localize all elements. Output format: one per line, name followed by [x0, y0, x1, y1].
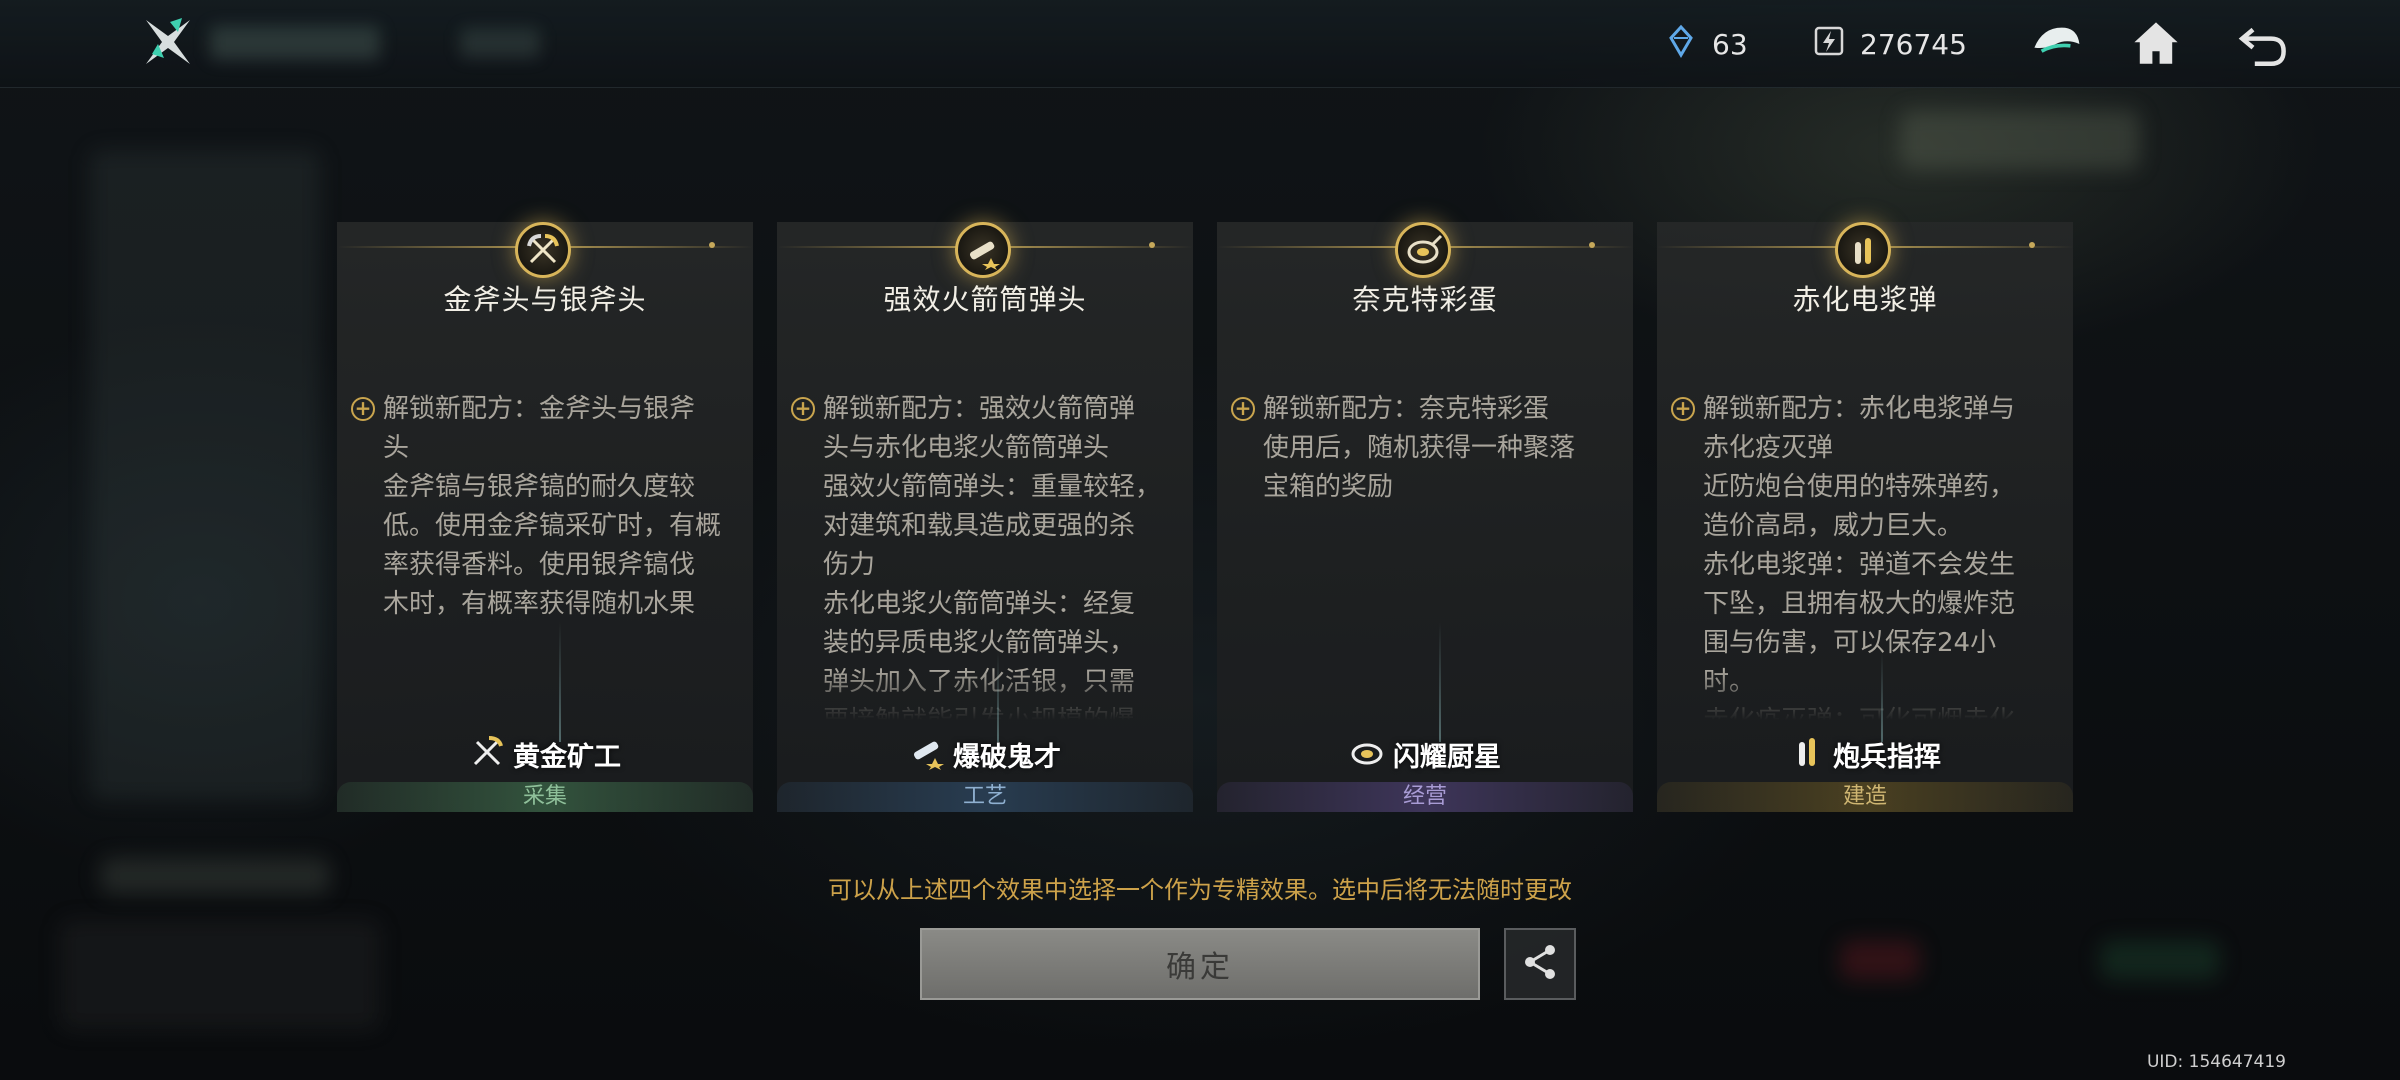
plus-icon: +	[791, 397, 815, 421]
egg-pan-icon	[1349, 732, 1387, 777]
crystal-counter: 63	[1664, 22, 1748, 66]
selection-hint: 可以从上述四个效果中选择一个作为专精效果。选中后将无法随时更改	[828, 876, 1572, 904]
energy-icon	[1812, 24, 1846, 65]
home-icon[interactable]	[2126, 14, 2186, 74]
light-beam	[559, 622, 561, 742]
trait-name: 爆破鬼才	[953, 741, 1061, 773]
trait-label: 爆破鬼才	[777, 736, 1193, 773]
card-title: 强效火箭筒弹头	[883, 283, 1087, 316]
blurred-subtitle	[460, 28, 540, 58]
light-beam	[997, 652, 999, 742]
blurred-background-panel	[90, 150, 320, 800]
card-dot	[709, 242, 715, 248]
user-id: UID: 154647419	[2146, 1052, 2286, 1072]
card-title: 金斧头与银斧头	[443, 283, 647, 316]
confirm-button[interactable]: 确定	[920, 928, 1480, 1000]
share-icon	[1518, 940, 1562, 988]
card-dot	[1149, 242, 1155, 248]
trait-label: 黄金矿工	[337, 735, 753, 773]
trait-name: 闪耀厨星	[1393, 741, 1501, 773]
category-label: 工艺	[777, 782, 1193, 812]
rocket-icon	[955, 222, 1011, 278]
crystal-icon	[1664, 24, 1698, 65]
card-description: + 解锁新配方：赤化电浆弹与 赤化疫灭弹 近防炮台使用的特殊弹药， 造价高昂，威…	[1671, 390, 2063, 720]
pickaxe-icon	[515, 222, 571, 278]
card-dot	[2029, 242, 2035, 248]
back-icon[interactable]	[2232, 14, 2292, 74]
crystal-value: 63	[1712, 27, 1748, 61]
card-description-text: 解锁新配方：赤化电浆弹与 赤化疫灭弹 近防炮台使用的特殊弹药， 造价高昂，威力巨…	[1703, 394, 2016, 720]
plus-icon: +	[1231, 397, 1255, 421]
egg-pan-icon	[1395, 222, 1451, 278]
card-dot	[1589, 242, 1595, 248]
plus-icon: +	[1671, 397, 1695, 421]
blurred-background-accent-2	[2100, 940, 2220, 980]
card-description: + 解锁新配方：奈克特彩蛋 使用后，随机获得一种聚落 宝箱的奖励	[1231, 390, 1623, 720]
helmet-icon[interactable]	[2026, 14, 2086, 74]
plus-icon: +	[351, 397, 375, 421]
trait-label: 炮兵指挥	[1657, 736, 2073, 773]
card-description: + 解锁新配方：金斧头与银斧 头 金斧镐与银斧镐的耐久度较 低。使用金斧镐采矿时…	[351, 390, 743, 720]
blurred-background-header	[1900, 110, 2140, 170]
rocket-icon	[909, 732, 947, 777]
card-description-text: 解锁新配方：奈克特彩蛋 使用后，随机获得一种聚落 宝箱的奖励	[1263, 394, 1576, 502]
card-description-text: 解锁新配方：金斧头与银斧 头 金斧镐与银斧镐的耐久度较 低。使用金斧镐采矿时，有…	[383, 394, 722, 619]
trait-label: 闪耀厨星	[1217, 736, 1633, 773]
trait-name: 炮兵指挥	[1833, 741, 1941, 773]
energy-value: 276745	[1860, 27, 1967, 61]
category-label: 采集	[337, 782, 753, 812]
top-bar: 63 276745	[0, 0, 2400, 88]
blurred-background-accent	[1840, 940, 1920, 980]
card-description-text: 解锁新配方：强效火箭筒弹 头与赤化电浆火箭筒弹头 强效火箭筒弹头：重量较轻， 对…	[823, 394, 1162, 720]
specialization-card-1[interactable]: 金斧头与银斧头 + 解锁新配方：金斧头与银斧 头 金斧镐与银斧镐的耐久度较 低。…	[337, 222, 753, 812]
category-label: 经营	[1217, 782, 1633, 812]
bullets-icon	[1789, 732, 1827, 777]
specialization-card-4[interactable]: 赤化电浆弹 + 解锁新配方：赤化电浆弹与 赤化疫灭弹 近防炮台使用的特殊弹药， …	[1657, 222, 2073, 812]
light-beam	[1439, 622, 1441, 742]
share-button[interactable]	[1504, 928, 1576, 1000]
blurred-title	[210, 26, 380, 60]
specialization-card-2[interactable]: 强效火箭筒弹头 + 解锁新配方：强效火箭筒弹 头与赤化电浆火箭筒弹头 强效火箭筒…	[777, 222, 1193, 812]
card-description: + 解锁新配方：强效火箭筒弹 头与赤化电浆火箭筒弹头 强效火箭筒弹头：重量较轻，…	[791, 390, 1183, 720]
bullets-icon	[1835, 222, 1891, 278]
trait-name: 黄金矿工	[513, 741, 621, 773]
category-label: 建造	[1657, 782, 2073, 812]
light-beam	[1881, 652, 1883, 742]
card-title: 奈克特彩蛋	[1352, 283, 1498, 316]
blurred-background-item	[60, 920, 380, 1030]
specialization-card-3[interactable]: 奈克特彩蛋 + 解锁新配方：奈克特彩蛋 使用后，随机获得一种聚落 宝箱的奖励 闪…	[1217, 222, 1633, 812]
card-title: 赤化电浆弹	[1792, 283, 1938, 316]
energy-counter: 276745	[1812, 22, 1967, 66]
pickaxe-icon	[469, 732, 507, 777]
app-logo-icon[interactable]	[140, 14, 196, 70]
